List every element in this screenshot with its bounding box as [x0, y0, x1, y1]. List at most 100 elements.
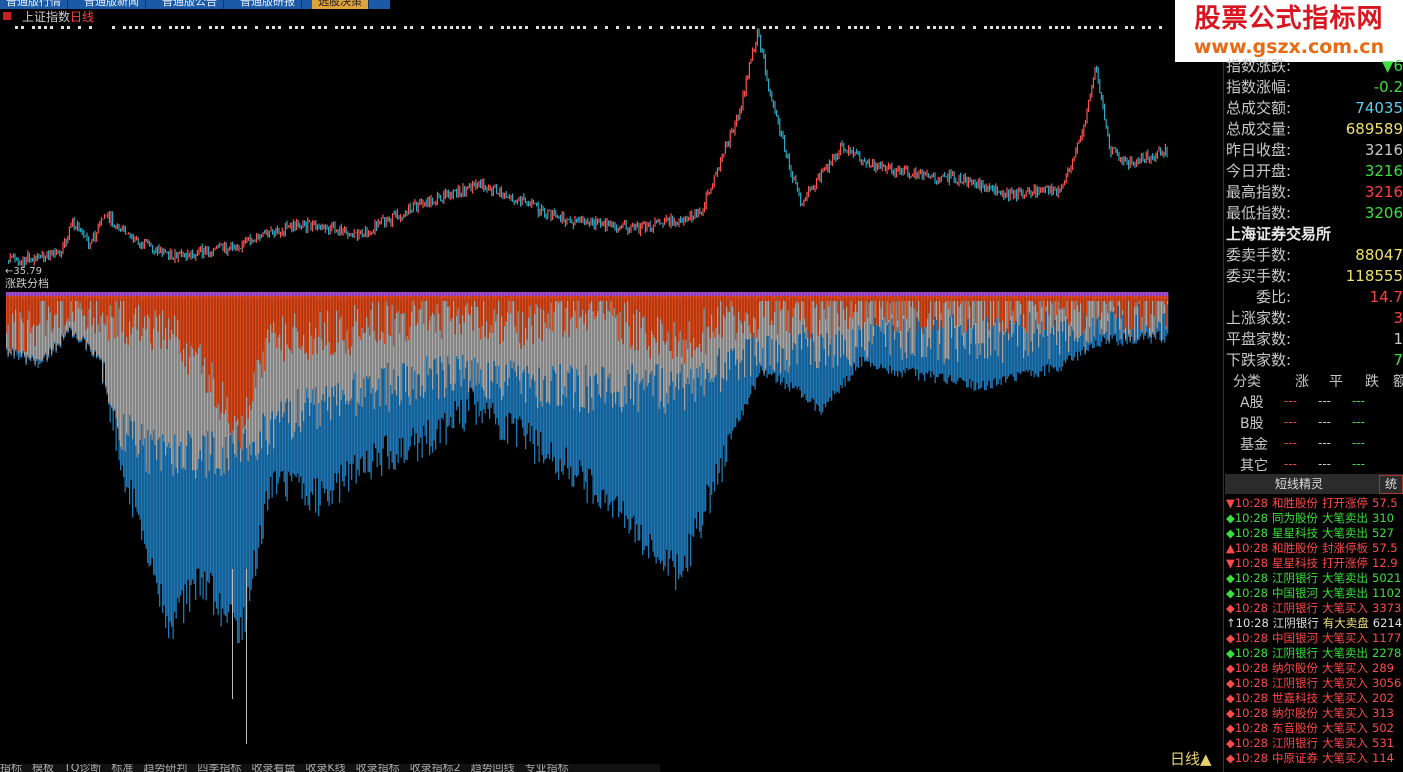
breakdown-cell: --- [1318, 436, 1331, 450]
event-row[interactable]: ◆10:28 中国银河 大笔买入 1177 [1226, 631, 1403, 646]
event-row[interactable]: ◆10:28 东音股份 大笔买入 502 [1226, 721, 1403, 736]
breakdown-row-name: 基金 [1240, 437, 1268, 453]
orders-row: 委比: 14.7 [1226, 287, 1403, 308]
event-val: 289 [1372, 661, 1394, 675]
event-row[interactable]: ◆10:28 江阴银行 大笔卖出 2278 [1226, 646, 1403, 661]
event-row[interactable]: ◆10:28 中原证券 大笔买入 114 [1226, 751, 1403, 766]
chart-menu-icon[interactable] [3, 12, 11, 20]
event-act: 大笔买入 [1322, 751, 1369, 765]
tab-3[interactable]: 普通版研报 [234, 0, 302, 9]
breakdown-cell: --- [1352, 436, 1365, 450]
event-row[interactable]: ◆10:28 星星科技 大笔卖出 527 [1226, 526, 1403, 541]
event-row[interactable]: ◆10:28 江阴银行 大笔买入 531 [1226, 736, 1403, 751]
quote-label: 昨日收盘: [1226, 141, 1292, 159]
event-icon: ◆ [1226, 736, 1235, 750]
tab-2[interactable]: 普通版公告 [156, 0, 224, 9]
period-footer[interactable]: 日线▲ [1170, 748, 1212, 769]
breakdown-header: 涨 [1295, 374, 1309, 390]
stats-button[interactable]: 统 [1379, 475, 1403, 494]
bottom-tab[interactable]: 收录指标2 [410, 764, 461, 772]
event-act: 大笔卖出 [1322, 586, 1369, 600]
event-icon: ▼ [1226, 496, 1235, 510]
event-row[interactable]: ▲10:28 和胜股份 封涨停板 57.5 [1226, 541, 1403, 556]
event-time: 10:28 [1234, 571, 1269, 585]
event-name: 江阴银行 [1272, 646, 1319, 660]
event-icon: ◆ [1226, 691, 1235, 705]
tab-1[interactable]: 普通版新闻 [78, 0, 146, 9]
breakdown-header: 平 [1329, 374, 1343, 390]
event-icon: ◆ [1226, 526, 1235, 540]
event-row[interactable]: ↑10:28 江阴银行 有大卖盘 6214 [1226, 616, 1403, 631]
event-act: 大笔买入 [1322, 706, 1369, 720]
quote-value: 689589 [1345, 120, 1403, 138]
event-row[interactable]: ▼10:28 和胜股份 打开涨停 57.5 [1226, 496, 1403, 511]
bottom-tab[interactable]: 四季指标 [197, 764, 241, 772]
exchange-title: 上海证券交易所 [1226, 225, 1332, 243]
event-act: 大笔买入 [1322, 601, 1369, 615]
period-label: 日线 [70, 10, 94, 24]
event-row[interactable]: ◆10:28 中国银河 大笔卖出 1102 [1226, 586, 1403, 601]
event-val: 527 [1372, 526, 1394, 540]
bottom-tab[interactable]: 收录K线 [305, 764, 345, 772]
event-name: 同为股份 [1272, 511, 1319, 525]
event-name: 中国银河 [1272, 631, 1319, 645]
event-row[interactable]: ◆10:28 纳尔股份 大笔买入 289 [1226, 661, 1403, 676]
event-row[interactable]: ◆10:28 江阴银行 大笔卖出 5021 [1226, 571, 1403, 586]
quote-label: 委卖手数: [1226, 246, 1292, 264]
breadth-histogram [6, 292, 1169, 744]
quotes-row: 指数涨跌: ▼6 [1226, 56, 1403, 77]
event-val: 531 [1372, 736, 1394, 750]
breakdown-header: 分类 [1233, 374, 1261, 390]
event-act: 大笔买入 [1322, 676, 1369, 690]
bottom-tab[interactable]: 收录看盘 [251, 764, 295, 772]
event-row[interactable]: ▼10:28 星星科技 打开涨停 12.9 [1226, 556, 1403, 571]
event-time: 10:28 [1234, 586, 1269, 600]
tab-0[interactable]: 普通版行情 [0, 0, 68, 9]
breakdown-cell: --- [1318, 394, 1331, 408]
breakdown-cell: --- [1284, 394, 1297, 408]
tab-4[interactable]: 选股决策 [312, 0, 369, 9]
event-val: 1177 [1372, 631, 1402, 645]
event-row[interactable]: ◆10:28 江阴银行 大笔买入 3056 [1226, 676, 1403, 691]
event-icon: ▲ [1226, 541, 1235, 555]
event-act: 大笔买入 [1322, 631, 1369, 645]
bottom-tab[interactable]: 标准 [111, 764, 133, 772]
quote-label: 最低指数: [1226, 204, 1292, 222]
quote-value: 3 [1393, 309, 1403, 327]
quote-label: 委比: [1256, 288, 1292, 306]
orders-row: 委买手数: 118555 [1226, 266, 1403, 287]
event-act: 大笔买入 [1322, 736, 1369, 750]
bottom-tab[interactable]: 收录指标 [356, 764, 400, 772]
bottom-tab[interactable]: 趋势研判 [143, 764, 187, 772]
event-time: 10:28 [1234, 541, 1269, 555]
bottom-tab[interactable]: 模板 [32, 764, 54, 772]
index-chart[interactable]: 上证指数 日线 ←35.79 涨跌分档 [0, 9, 1223, 772]
event-time: 10:28 [1234, 511, 1269, 525]
event-name: 纳尔股份 [1272, 706, 1319, 720]
event-act: 封涨停板 [1322, 541, 1369, 555]
event-act: 打开涨停 [1322, 496, 1369, 510]
event-row[interactable]: ◆10:28 同为股份 大笔卖出 310 [1226, 511, 1403, 526]
site-logo: 股票公式指标网 www.gszx.com.cn [1175, 0, 1403, 62]
breakdown-cell: --- [1284, 436, 1297, 450]
bottom-tab[interactable]: 指标 [0, 764, 22, 772]
quote-value: 118555 [1345, 267, 1403, 285]
quote-label: 总成交量: [1226, 120, 1292, 138]
event-row[interactable]: ◆10:28 世嘉科技 大笔买入 202 [1226, 691, 1403, 706]
event-icon: ◆ [1226, 751, 1235, 765]
bottom-tab[interactable]: 趋势回线 [471, 764, 515, 772]
bottom-tab[interactable]: 专业指标 [525, 764, 569, 772]
event-row[interactable]: ◆10:28 纳尔股份 大笔买入 313 [1226, 706, 1403, 721]
top-tab-bar: 普通版行情 普通版新闻 普通版公告 普通版研报 选股决策 [0, 0, 390, 9]
event-row[interactable]: ◆10:28 江阴银行 大笔买入 3373 [1226, 601, 1403, 616]
logo-title: 股票公式指标网 [1194, 4, 1384, 34]
bottom-tab[interactable]: TQ诊断 [64, 764, 101, 772]
bottom-tab-bar: 指标 模板 TQ诊断 标准 趋势研判 四季指标 收录看盘 收录K线 收录指标 收录指标2 趋势回线 专… [0, 764, 660, 772]
quote-value: 14.7 [1369, 288, 1403, 306]
breakdown-cell: --- [1284, 457, 1297, 471]
event-val: 202 [1372, 691, 1394, 705]
event-val: 3373 [1372, 601, 1402, 615]
quote-value: 74035 [1355, 99, 1403, 117]
event-icon: ◆ [1226, 661, 1235, 675]
event-act: 大笔卖出 [1322, 526, 1369, 540]
